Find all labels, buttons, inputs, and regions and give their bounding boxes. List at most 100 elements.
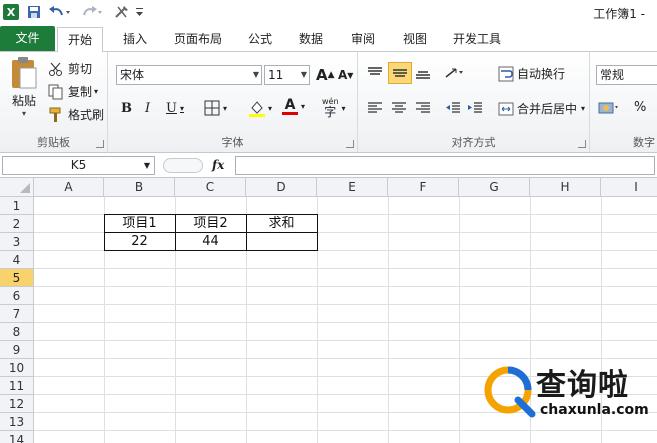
formula-bar-splitter[interactable] [163, 158, 203, 173]
merge-center-label: 合并后居中 [517, 102, 578, 116]
select-all-button[interactable] [0, 178, 34, 197]
tab-page-layout[interactable]: 页面布局 [164, 27, 232, 52]
column-header-f[interactable]: F [388, 178, 459, 197]
row-header-10[interactable]: 10 [0, 359, 34, 377]
row-header-12[interactable]: 12 [0, 395, 34, 413]
phonetic-guide-button[interactable]: wén 字 ▾ [322, 98, 346, 119]
grid-line [34, 268, 657, 269]
row-header-6[interactable]: 6 [0, 287, 34, 305]
orientation-button[interactable] [444, 65, 464, 81]
decrease-indent-button[interactable] [444, 100, 462, 116]
format-painter-label: 格式刷 [68, 108, 105, 122]
cell-b3[interactable]: 22 [104, 233, 175, 251]
italic-button[interactable]: I [145, 101, 150, 116]
paste-button[interactable]: 粘贴 ▾ [6, 56, 42, 120]
row-header-2[interactable]: 2 [0, 215, 34, 233]
tab-review[interactable]: 审阅 [341, 27, 385, 52]
copy-icon [48, 84, 63, 99]
watermark: 查询啦 chaxunla.com [480, 358, 657, 443]
clipboard-launcher-icon[interactable] [96, 140, 104, 148]
merge-center-button[interactable]: 合并后居中 ▾ [498, 100, 585, 117]
increase-indent-icon [468, 102, 482, 113]
tab-insert[interactable]: 插入 [113, 27, 157, 52]
row-header-11[interactable]: 11 [0, 377, 34, 395]
align-top-icon [368, 67, 382, 75]
insert-function-button[interactable]: fx [212, 158, 224, 172]
row-header-9[interactable]: 9 [0, 341, 34, 359]
align-center-button[interactable] [390, 100, 408, 116]
cell-b2[interactable]: 项目1 [104, 215, 175, 233]
decrease-indent-icon [446, 102, 460, 113]
formula-bar: K5 ▼ fx [0, 153, 657, 178]
accounting-format-button[interactable] [598, 100, 618, 116]
scissors-icon [49, 62, 62, 76]
column-header-h[interactable]: H [530, 178, 601, 197]
cell-c2[interactable]: 项目2 [175, 215, 246, 233]
cut-button[interactable]: 剪切 [48, 60, 92, 77]
column-header-c[interactable]: C [175, 178, 246, 197]
column-header-b[interactable]: B [104, 178, 175, 197]
borders-button[interactable]: ▾ [204, 100, 227, 116]
alignment-launcher-icon[interactable] [578, 140, 586, 148]
column-header-d[interactable]: D [246, 178, 317, 197]
number-group: 常规 % 数字 [590, 52, 657, 153]
customize-qat-icon[interactable] [135, 3, 145, 21]
fill-color-button[interactable]: ▾ [248, 99, 272, 117]
column-header-i[interactable]: I [601, 178, 657, 197]
font-launcher-icon[interactable] [346, 140, 354, 148]
name-box[interactable]: K5 ▼ [2, 156, 155, 175]
tab-view[interactable]: 视图 [393, 27, 437, 52]
percent-button[interactable]: % [634, 100, 646, 115]
align-right-button[interactable] [414, 100, 432, 116]
undo-icon[interactable] [48, 3, 70, 21]
cell-d2[interactable]: 求和 [246, 215, 317, 233]
tab-developer[interactable]: 开发工具 [443, 27, 511, 52]
number-group-label: 数字 [633, 136, 655, 149]
row-header-13[interactable]: 13 [0, 413, 34, 431]
align-bottom-button[interactable] [414, 65, 432, 81]
row-header-5[interactable]: 5 [0, 269, 34, 287]
paste-icon [12, 57, 37, 89]
grow-font-button[interactable]: A ▲ [316, 66, 335, 84]
row-header-7[interactable]: 7 [0, 305, 34, 323]
align-left-button[interactable] [366, 100, 384, 116]
row-header-3[interactable]: 3 [0, 233, 34, 251]
row-header-1[interactable]: 1 [0, 197, 34, 215]
row-header-4[interactable]: 4 [0, 251, 34, 269]
chevron-down-icon: ▼ [143, 161, 150, 170]
window-title: 工作簿1 - [593, 7, 645, 21]
wrap-text-button[interactable]: 自动换行 [498, 65, 565, 82]
cell-d3[interactable] [246, 233, 317, 251]
column-header-a[interactable]: A [34, 178, 104, 197]
save-icon[interactable] [26, 3, 42, 21]
tab-data[interactable]: 数据 [289, 27, 333, 52]
align-middle-button[interactable] [388, 62, 412, 84]
align-right-icon [416, 102, 430, 113]
align-top-button[interactable] [366, 65, 384, 81]
row-header-8[interactable]: 8 [0, 323, 34, 341]
format-painter-button[interactable]: 格式刷 [48, 106, 104, 123]
merge-cells-icon [498, 102, 514, 115]
number-format-combo[interactable]: 常规 [596, 65, 657, 85]
tab-file[interactable]: 文件 [0, 26, 55, 51]
shrink-font-button[interactable]: A ▼ [338, 68, 353, 82]
row-header-14[interactable]: 14 [0, 431, 34, 443]
cell-c3[interactable]: 44 [175, 233, 246, 251]
increase-indent-button[interactable] [466, 100, 484, 116]
underline-button[interactable]: U ▾ [166, 101, 184, 116]
font-size-combo[interactable]: 11 ▼ [264, 65, 310, 85]
font-color-button[interactable]: A ▾ [282, 98, 305, 115]
formula-input[interactable] [235, 156, 655, 175]
font-name-combo[interactable]: 宋体 ▼ [116, 65, 262, 85]
column-header-g[interactable]: G [459, 178, 530, 197]
tools-icon[interactable] [112, 3, 132, 21]
bold-button[interactable]: B [121, 101, 132, 116]
grid-line [34, 304, 657, 305]
currency-icon [598, 102, 618, 114]
redo-icon[interactable] [80, 3, 102, 21]
column-header-e[interactable]: E [317, 178, 388, 197]
copy-button[interactable]: 复制 ▾ [48, 83, 98, 100]
tab-home[interactable]: 开始 [57, 27, 104, 53]
grid-line [34, 286, 657, 287]
tab-formulas[interactable]: 公式 [238, 27, 282, 52]
